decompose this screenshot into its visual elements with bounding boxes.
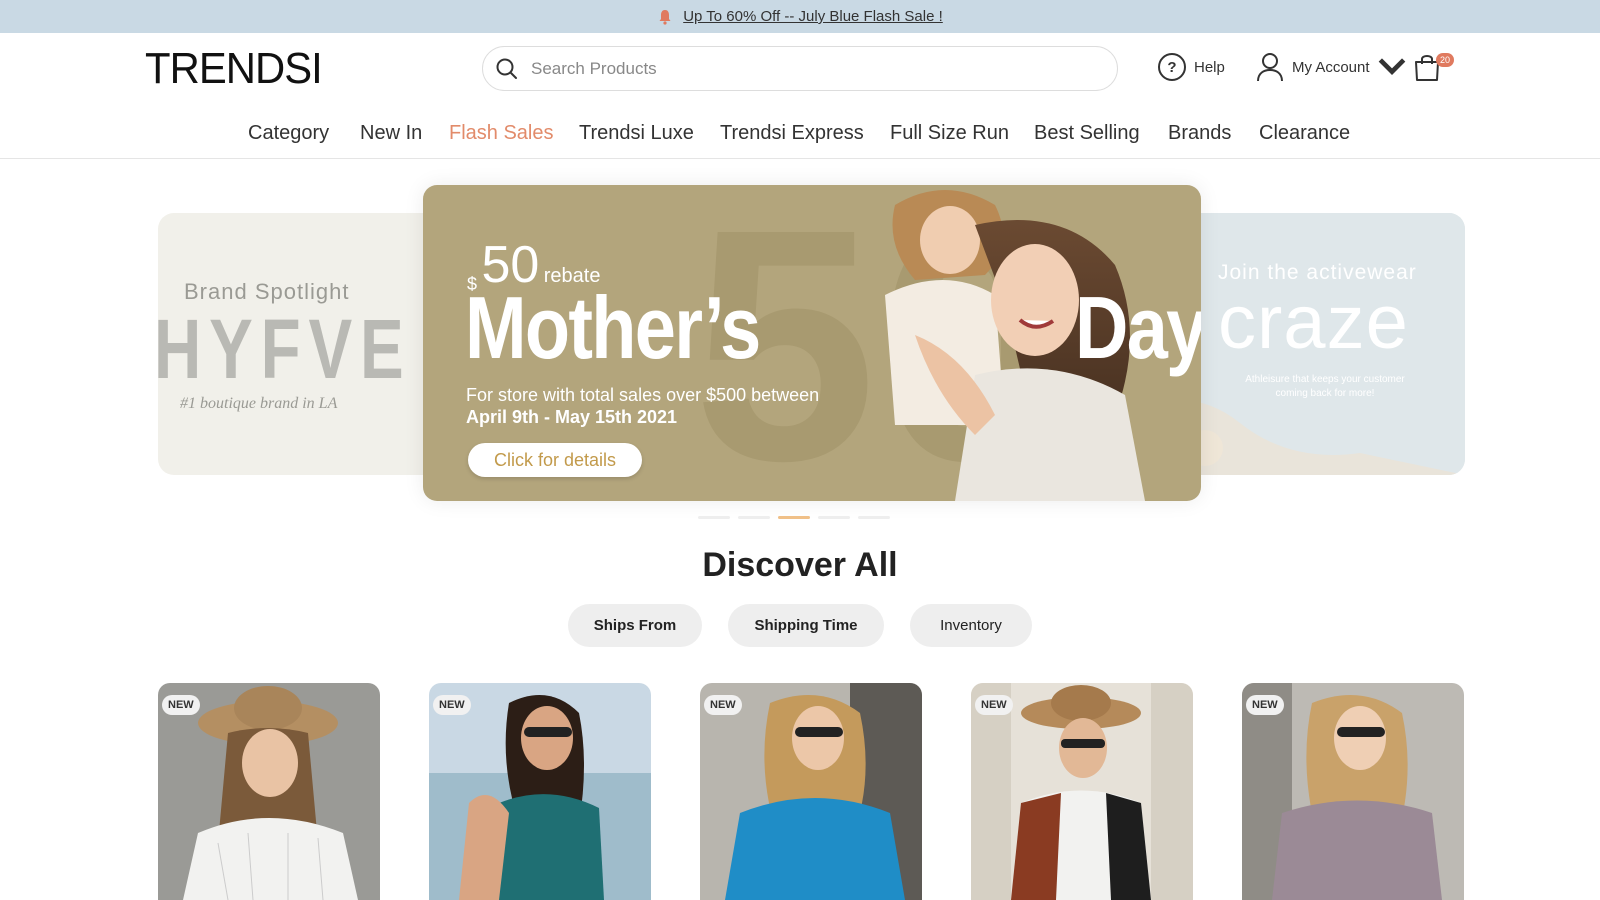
nav-item-brands[interactable]: Brands [1168,122,1231,145]
search-input[interactable] [531,58,1091,79]
announcement-link[interactable]: Up To 60% Off -- July Blue Flash Sale ! [683,8,943,25]
product-image [971,683,1193,900]
search-bar[interactable] [482,46,1118,91]
nav-item-new-in[interactable]: New In [360,122,422,145]
carousel-dot[interactable] [698,516,730,519]
new-badge: NEW [704,695,742,715]
slide-line-2: April 9th - May 15th 2021 [466,407,678,427]
bell-icon [659,9,671,25]
slide-line-1: For store with total sales over $500 bet… [466,385,820,405]
filter-inventory[interactable]: Inventory [910,604,1032,647]
product-image [1242,683,1464,900]
main-nav: Category New In Flash Sales Trendsi Luxe… [0,112,1600,159]
new-badge: NEW [975,695,1013,715]
mothers-day-slide[interactable]: 50 $ 50 rebate Mother’s Day For store wi… [423,185,1201,501]
nav-item-flash-sales[interactable]: Flash Sales [449,122,554,145]
product-image [158,683,380,900]
search-icon [496,58,517,79]
carousel-dot[interactable] [818,516,850,519]
nav-item-trendsi-luxe[interactable]: Trendsi Luxe [579,122,694,145]
trendsi-logo[interactable]: TRENDSI [145,44,323,94]
nav-item-category[interactable]: Category [248,122,329,145]
carousel-dot[interactable] [858,516,890,519]
my-account-label: My Account [1292,58,1370,76]
carousel-dot-active[interactable] [778,516,810,519]
product-card[interactable]: NEW [700,683,922,900]
new-badge: NEW [433,695,471,715]
product-card[interactable]: NEW [158,683,380,900]
nav-item-clearance[interactable]: Clearance [1259,122,1350,145]
cart-button[interactable]: 20 [1412,52,1455,84]
slide-title-right: Day [1075,278,1201,377]
chevron-down-icon [1378,58,1405,75]
brand-spotlight-tagline: #1 boutique brand in LA [180,395,338,412]
new-badge: NEW [1246,695,1284,715]
new-badge: NEW [162,695,200,715]
user-icon [1257,53,1283,82]
slide-title-left: Mother’s [465,278,761,377]
filter-bar: Ships From Shipping Time Inventory [0,604,1600,647]
nav-item-trendsi-express[interactable]: Trendsi Express [720,122,864,145]
product-card[interactable]: NEW [429,683,651,900]
product-image [700,683,922,900]
activewear-subtitle: Athleisure that keeps your customer comi… [1245,374,1405,399]
cart-count-badge: 20 [1436,53,1455,67]
activewear-title: craze [1218,280,1409,365]
help-circle-icon: ? [1158,53,1186,81]
carousel-dots [698,516,890,519]
click-for-details-button[interactable]: Click for details [468,443,642,477]
filter-ships-from[interactable]: Ships From [568,604,702,647]
nav-item-best-selling[interactable]: Best Selling [1034,122,1140,145]
help-link[interactable]: ? Help [1158,53,1225,81]
nav-item-full-size-run[interactable]: Full Size Run [890,122,1009,145]
carousel-dot[interactable] [738,516,770,519]
brand-spotlight-name: HYFVE [158,302,412,396]
my-account-menu[interactable]: My Account [1256,52,1406,82]
product-card[interactable]: NEW [971,683,1193,900]
product-card[interactable]: NEW [1242,683,1464,900]
help-label: Help [1194,58,1225,76]
discover-title: Discover All [702,546,898,584]
filter-shipping-time[interactable]: Shipping Time [728,604,884,647]
product-image [429,683,651,900]
announcement-bar: Up To 60% Off -- July Blue Flash Sale ! [0,0,1600,33]
